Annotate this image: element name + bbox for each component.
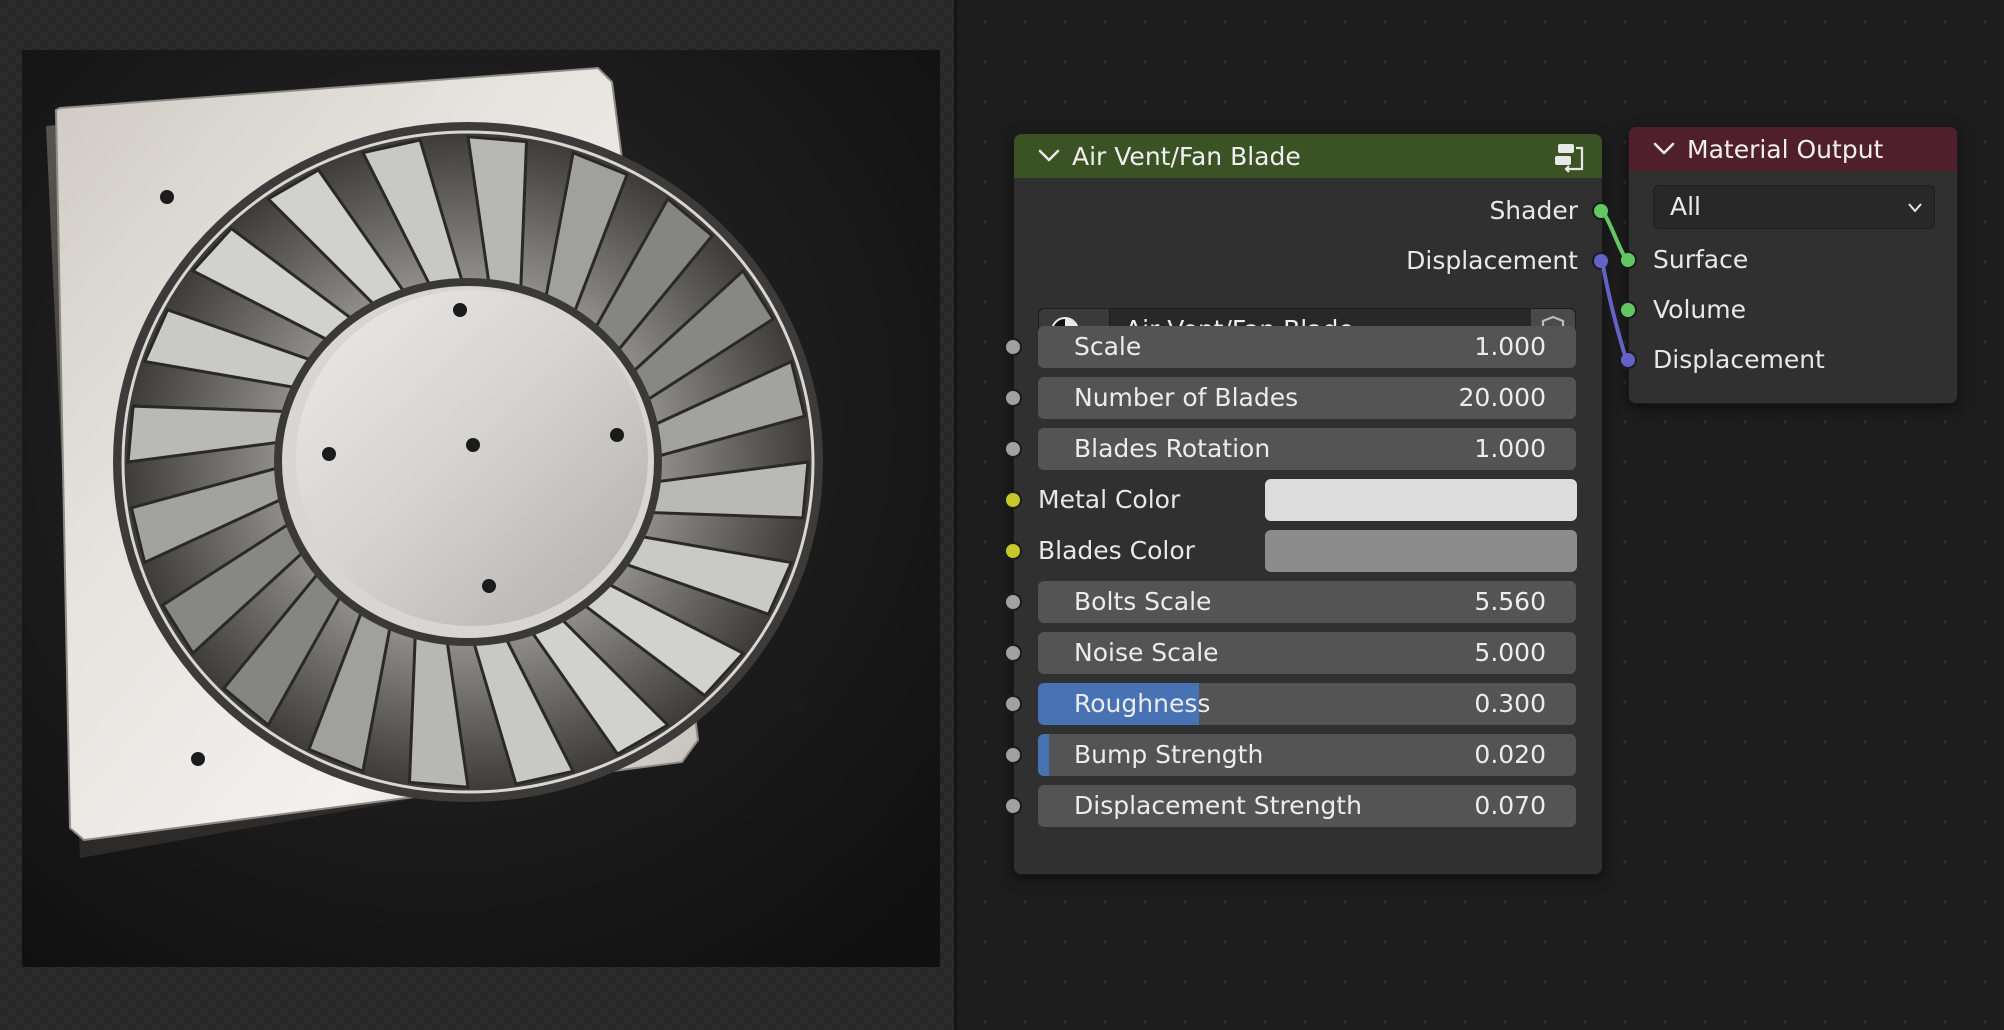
output-shader-socket[interactable] [1592, 202, 1610, 220]
blades-color-swatch[interactable] [1265, 530, 1577, 572]
metal-color-swatch[interactable] [1265, 479, 1577, 521]
output-shader-label: Shader [1489, 196, 1578, 225]
material-output-title: Material Output [1687, 134, 1884, 164]
input-socket-metal-color[interactable] [1004, 491, 1022, 509]
input-socket-scale[interactable] [1004, 338, 1022, 356]
bump-strength-field[interactable]: Bump Strength 0.020 [1038, 734, 1576, 776]
scale-value: 1.000 [1474, 332, 1546, 361]
number-of-blades-field[interactable]: Number of Blades 20.000 [1038, 377, 1576, 419]
displacement-strength-label: Displacement Strength [1074, 791, 1362, 820]
number-of-blades-label: Number of Blades [1074, 383, 1299, 412]
output-displacement-socket[interactable] [1592, 252, 1610, 270]
input-surface-socket[interactable] [1619, 251, 1637, 269]
scale-label: Scale [1074, 332, 1142, 361]
blades-rotation-field[interactable]: Blades Rotation 1.000 [1038, 428, 1576, 470]
air-vent-render-image [22, 50, 940, 967]
input-socket-bump-strength[interactable] [1004, 746, 1022, 764]
input-socket-blades-color[interactable] [1004, 542, 1022, 560]
group-node-title: Air Vent/Fan Blade [1072, 141, 1301, 171]
bolts-scale-value: 5.560 [1474, 587, 1546, 616]
noise-scale-label: Noise Scale [1074, 638, 1219, 667]
group-node-header[interactable]: Air Vent/Fan Blade [1014, 134, 1602, 178]
roughness-value: 0.300 [1474, 689, 1546, 718]
input-socket-noise-scale[interactable] [1004, 644, 1022, 662]
render-preview [22, 50, 940, 967]
chevron-down-icon[interactable] [1653, 142, 1675, 156]
chevron-down-icon [1908, 203, 1922, 213]
roughness-field[interactable]: Roughness 0.300 [1038, 683, 1576, 725]
scale-field[interactable]: Scale 1.000 [1038, 326, 1576, 368]
bump-strength-slider-fill [1038, 734, 1049, 776]
input-volume-label: Volume [1653, 295, 1746, 324]
blades-rotation-label: Blades Rotation [1074, 434, 1271, 463]
input-displacement-socket[interactable] [1619, 351, 1637, 369]
input-socket-displacement-strength[interactable] [1004, 797, 1022, 815]
displacement-strength-field[interactable]: Displacement Strength 0.070 [1038, 785, 1576, 827]
blades-color-label: Blades Color [1038, 536, 1195, 565]
noise-scale-value: 5.000 [1474, 638, 1546, 667]
input-socket-bolts-scale[interactable] [1004, 593, 1022, 611]
bump-strength-value: 0.020 [1474, 740, 1546, 769]
number-of-blades-value: 20.000 [1458, 383, 1546, 412]
bolts-scale-label: Bolts Scale [1074, 587, 1212, 616]
displacement-strength-value: 0.070 [1474, 791, 1546, 820]
render-target-select[interactable]: All [1653, 185, 1935, 229]
input-displacement-label: Displacement [1653, 345, 1825, 374]
bump-strength-label: Bump Strength [1074, 740, 1264, 769]
input-surface-label: Surface [1653, 245, 1749, 274]
noise-scale-field[interactable]: Noise Scale 5.000 [1038, 632, 1576, 674]
input-socket-blades-rotation[interactable] [1004, 440, 1022, 458]
material-output-node[interactable]: Material Output All Surface Volume Displ… [1619, 126, 1958, 404]
blades-rotation-value: 1.000 [1474, 434, 1546, 463]
render-target-value: All [1670, 192, 1701, 221]
bolts-scale-field[interactable]: Bolts Scale 5.560 [1038, 581, 1576, 623]
shader-node-editor[interactable]: Air Vent/Fan Blade Shader Displacement S… [957, 0, 2004, 1030]
output-displacement-label: Displacement [1406, 246, 1578, 275]
input-socket-roughness[interactable] [1004, 695, 1022, 713]
metal-color-label: Metal Color [1038, 485, 1181, 514]
chevron-down-icon[interactable] [1038, 149, 1060, 163]
node-group-icon[interactable] [1552, 141, 1586, 173]
group-node-air-vent[interactable]: Air Vent/Fan Blade Shader Displacement S… [1004, 133, 1610, 875]
roughness-label: Roughness [1074, 689, 1211, 718]
material-output-header[interactable]: Material Output [1629, 127, 1957, 171]
input-socket-number-of-blades[interactable] [1004, 389, 1022, 407]
input-volume-socket[interactable] [1619, 301, 1637, 319]
render-viewport[interactable] [0, 0, 954, 1030]
